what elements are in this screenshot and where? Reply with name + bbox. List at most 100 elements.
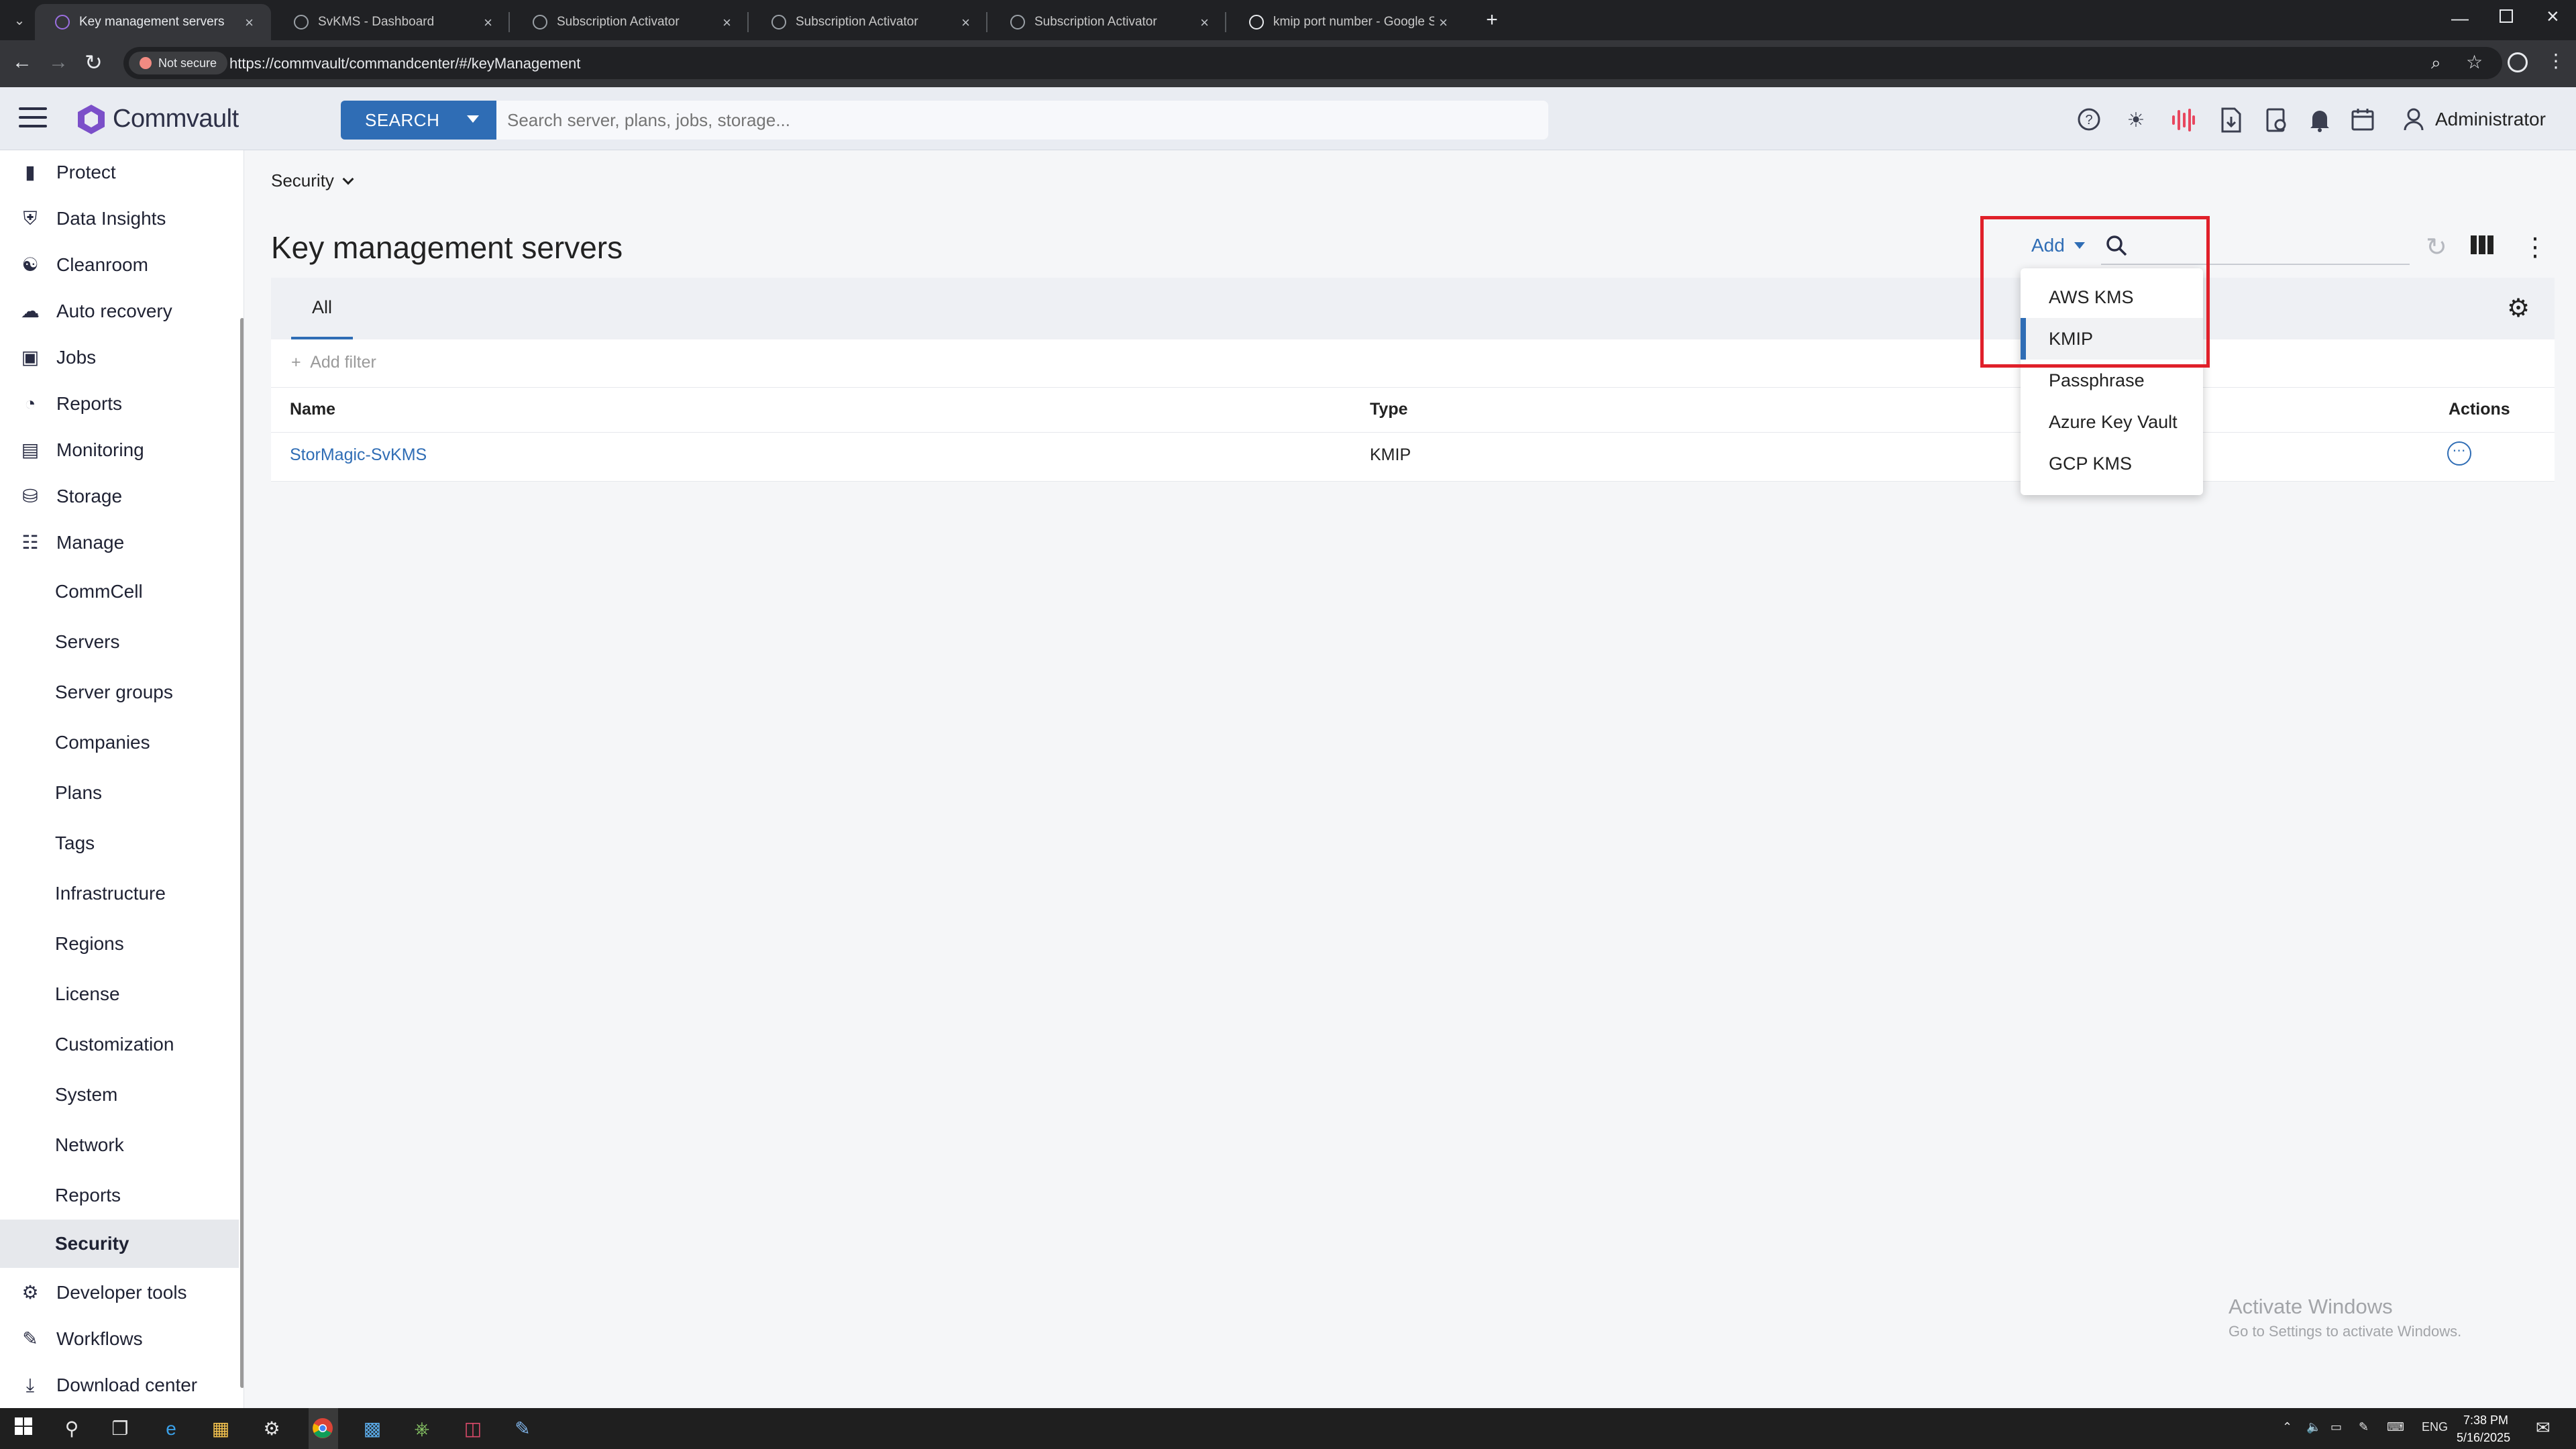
zoom-icon[interactable]: ⌕ <box>2431 52 2441 74</box>
close-tab-icon[interactable]: × <box>1200 14 1209 32</box>
pen-icon[interactable]: ✎ <box>2359 1420 2369 1434</box>
profile-icon[interactable] <box>2508 52 2528 72</box>
close-window-icon[interactable]: × <box>2546 4 2559 29</box>
close-tab-icon[interactable]: × <box>245 14 254 32</box>
sidebar-item-jobs[interactable]: ▣ Jobs <box>0 335 239 380</box>
sidebar-item-auto-recovery[interactable]: ☁ Auto recovery <box>0 289 239 333</box>
columns-icon[interactable] <box>2470 233 2494 262</box>
clock-date[interactable]: 5/16/2025 <box>2457 1431 2510 1445</box>
menu-item-gcp-kms[interactable]: GCP KMS <box>2021 443 2203 484</box>
tab-list-button[interactable]: ⌄ <box>9 11 30 31</box>
windows-start-icon[interactable] <box>12 1417 35 1440</box>
sidebar-subitem-reports[interactable]: Reports <box>0 1173 239 1218</box>
sidebar-item-storage[interactable]: ⛁ Storage <box>0 474 239 519</box>
remote-desktop-icon[interactable]: ▩ <box>361 1417 384 1440</box>
activity-icon[interactable] <box>2169 107 2196 134</box>
sidebar-subitem-companies[interactable]: Companies <box>0 720 239 765</box>
reload-icon[interactable]: ↻ <box>85 50 103 75</box>
volume-muted-icon[interactable]: 🔈 <box>2306 1420 2321 1434</box>
chrome-icon[interactable] <box>311 1417 334 1440</box>
sidebar-subitem-system[interactable]: System <box>0 1073 239 1117</box>
sidebar-scrollbar-thumb[interactable] <box>240 318 244 1388</box>
more-options-icon[interactable]: ⋮ <box>2522 232 2548 262</box>
sidebar-item-manage[interactable]: ☷ Manage <box>0 521 239 565</box>
sidebar-item-data-insights[interactable]: ⛨ Data Insights <box>0 197 239 241</box>
server-name-link[interactable]: StorMagic-SvKMS <box>290 445 427 465</box>
notifications-icon[interactable]: ✉ <box>2536 1417 2551 1438</box>
search-icon[interactable]: ⚲ <box>60 1417 83 1440</box>
file-explorer-icon[interactable]: ▦ <box>209 1417 232 1440</box>
user-name[interactable]: Administrator <box>2435 109 2546 130</box>
sidebar-item-download-center[interactable]: ⤓ Download center <box>0 1363 239 1407</box>
back-icon[interactable]: ← <box>12 51 32 74</box>
sidebar-subitem-license[interactable]: License <box>0 972 239 1016</box>
restore-icon[interactable] <box>2500 9 2513 23</box>
sidebar-item-monitoring[interactable]: ▤ Monitoring <box>0 428 239 472</box>
calendar-icon[interactable] <box>2349 107 2376 134</box>
browser-tab[interactable]: SvKMS - Dashboard × <box>274 4 510 40</box>
tab-all[interactable]: All <box>291 278 353 339</box>
search-scope-button[interactable]: SEARCH <box>341 101 496 140</box>
sidebar-subitem-tags[interactable]: Tags <box>0 821 239 865</box>
sidebar-subitem-plans[interactable]: Plans <box>0 771 239 815</box>
reports-icon[interactable] <box>2263 107 2290 134</box>
minimize-icon[interactable]: — <box>2451 8 2469 29</box>
settings-icon[interactable]: ⚙ <box>260 1417 283 1440</box>
address-bar[interactable]: Not secure https://commvault/commandcent… <box>123 47 2502 79</box>
bell-icon[interactable] <box>2306 107 2333 134</box>
column-header-type[interactable]: Type <box>1370 400 1408 419</box>
help-icon[interactable]: ? <box>2076 107 2102 134</box>
task-view-icon[interactable]: ❐ <box>109 1417 131 1440</box>
clock-time[interactable]: 7:38 PM <box>2463 1413 2508 1428</box>
download-report-icon[interactable] <box>2218 107 2245 134</box>
language-indicator[interactable]: ENG <box>2422 1420 2448 1434</box>
sidebar-item-reports[interactable]: ◔ Reports <box>0 382 239 426</box>
sidebar-subitem-commcell[interactable]: CommCell <box>0 570 239 614</box>
close-tab-icon[interactable]: × <box>484 14 492 32</box>
gear-icon[interactable]: ⚙ <box>2505 295 2532 322</box>
notepad-icon[interactable]: ✎ <box>511 1417 534 1440</box>
sidebar-item-cleanroom[interactable]: ☯ Cleanroom <box>0 243 239 287</box>
sidebar-item-protect[interactable]: ▮ Protect <box>0 150 239 195</box>
edge-browser-icon[interactable]: e <box>160 1417 182 1440</box>
global-search-input[interactable] <box>496 101 1548 140</box>
theme-icon[interactable]: ☀ <box>2123 107 2149 134</box>
sidebar-nav: ▮ Protect ⛨ Data Insights ☯ Cleanroom ☁ … <box>0 150 244 1408</box>
breadcrumb[interactable]: Security <box>271 170 354 191</box>
sidebar-subitem-customization[interactable]: Customization <box>0 1022 239 1067</box>
browser-menu-icon[interactable]: ⋮ <box>2546 50 2565 72</box>
keyboard-icon[interactable]: ⌨ <box>2387 1420 2404 1434</box>
menu-item-azure-key-vault[interactable]: Azure Key Vault <box>2021 401 2203 443</box>
browser-tab[interactable]: Subscription Activator × <box>990 4 1226 40</box>
browser-tab[interactable]: Subscription Activator × <box>513 4 749 40</box>
chevron-up-icon[interactable]: ⌃ <box>2282 1420 2292 1434</box>
close-tab-icon[interactable]: × <box>961 14 970 32</box>
sidebar-subitem-network[interactable]: Network <box>0 1123 239 1167</box>
close-tab-icon[interactable]: × <box>722 14 731 32</box>
browser-tab[interactable]: Subscription Activator × <box>751 4 987 40</box>
sidebar-item-workflows[interactable]: ✎ Workflows <box>0 1317 239 1361</box>
refresh-icon[interactable]: ↻ <box>2426 232 2447 262</box>
sidebar-subitem-security[interactable]: Security <box>0 1220 239 1268</box>
sidebar-subitem-infrastructure[interactable]: Infrastructure <box>0 871 239 916</box>
hamburger-menu-icon[interactable] <box>19 107 47 130</box>
network-icon[interactable]: ▭ <box>2330 1420 2342 1434</box>
sidebar-item-developer-tools[interactable]: ⚙ Developer tools <box>0 1271 239 1315</box>
bookmark-star-icon[interactable]: ☆ <box>2466 51 2483 73</box>
forward-icon[interactable]: → <box>48 51 68 74</box>
browser-tab[interactable]: kmip port number - Google Se × <box>1229 4 1465 40</box>
add-filter-button[interactable]: + Add filter <box>286 349 382 376</box>
security-chip[interactable]: Not secure <box>129 52 228 74</box>
network-tool-icon[interactable]: ⎈ <box>411 1417 433 1440</box>
close-tab-icon[interactable]: × <box>1439 14 1448 32</box>
row-actions-icon[interactable]: ⋯ <box>2447 441 2471 466</box>
browser-tab[interactable]: Key management servers × <box>35 4 271 40</box>
sidebar-subitem-servers[interactable]: Servers <box>0 620 239 664</box>
page-title: Key management servers <box>271 230 623 265</box>
new-tab-button[interactable]: + <box>1480 8 1504 32</box>
column-header-name[interactable]: Name <box>290 400 335 419</box>
sidebar-subitem-server-groups[interactable]: Server groups <box>0 670 239 714</box>
sidebar-subitem-regions[interactable]: Regions <box>0 922 239 966</box>
user-icon[interactable] <box>2400 107 2427 134</box>
app-icon[interactable]: ◫ <box>462 1417 484 1440</box>
